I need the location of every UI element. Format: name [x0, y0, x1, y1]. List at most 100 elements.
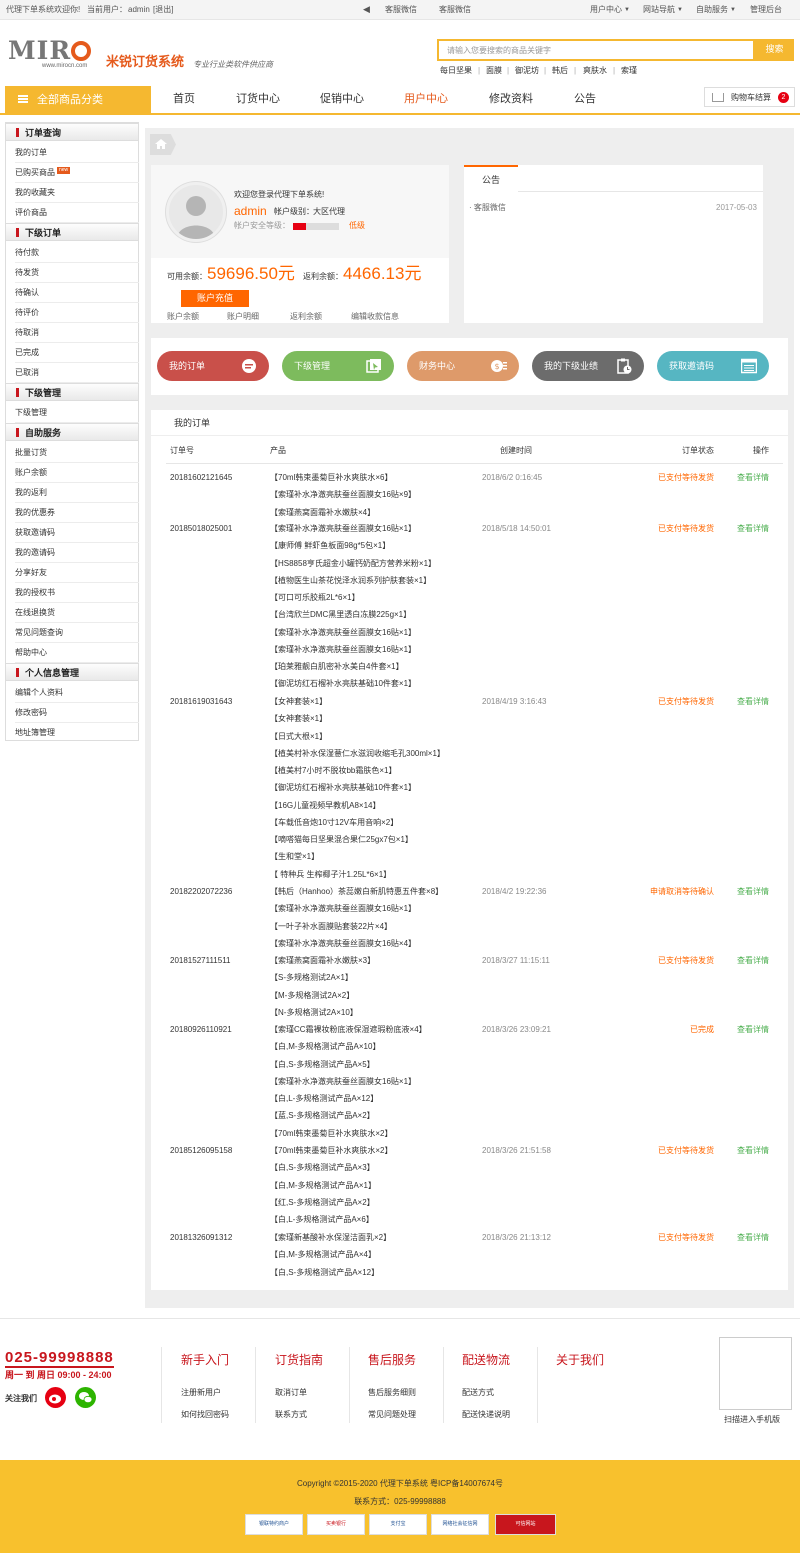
wechat-link-1[interactable]: 客服微信 [385, 6, 417, 14]
logout-link[interactable]: [退出] [153, 6, 173, 14]
alipay-badge[interactable]: 支付宝 [369, 1514, 427, 1535]
sidebar-item-unpaid[interactable]: 待付款 [15, 243, 139, 263]
level-value: 大区代理 [313, 207, 345, 216]
credit-badge[interactable]: 网络社会征信网 [431, 1514, 489, 1535]
sidebar-item-bulk-order[interactable]: 批量订货 [15, 443, 139, 463]
wechat-icon[interactable] [75, 1387, 96, 1408]
footer-link[interactable]: 配送快递说明 [462, 1411, 510, 1419]
nav-promotion[interactable]: 促销中心 [320, 94, 364, 105]
follow-label: 关注我们 [5, 1394, 37, 1403]
user-center-menu[interactable]: 用户中心 [590, 6, 622, 14]
sidebar-item-rebate[interactable]: 我的返利 [15, 483, 139, 503]
sidebar-item-change-password[interactable]: 修改密码 [15, 703, 139, 723]
sidebar-item-purchased[interactable]: 已购买商品 new [15, 163, 139, 183]
logo[interactable]: MIR [8, 38, 92, 63]
footer-link[interactable]: 售后服务细则 [368, 1389, 416, 1397]
sidebar-item-my-invite[interactable]: 我的邀请码 [15, 543, 139, 563]
sidebar-item-returns[interactable]: 在线退换货 [15, 603, 139, 623]
hot-keyword[interactable]: 每日坚果 [440, 67, 472, 75]
nav-announcement[interactable]: 公告 [574, 94, 596, 105]
hot-keyword[interactable]: 面膜 [486, 67, 502, 75]
sidebar-item-address-book[interactable]: 地址簿管理 [15, 723, 139, 743]
quick-my-orders-button[interactable]: 我的订单 [157, 351, 269, 381]
order-date: 2018/5/18 14:50:01 [482, 524, 551, 533]
order-number: 20180926110921 [170, 1025, 232, 1034]
edit-payee-link[interactable]: 编辑收款信息 [351, 313, 399, 321]
hot-keyword[interactable]: 索瑾 [621, 67, 637, 75]
account-balance-link[interactable]: 账户余额 [167, 313, 199, 321]
sidebar-item-my-orders[interactable]: 我的订单 [15, 143, 139, 163]
order-product: 【白,M-多规格测试产品A×10】 [270, 1042, 381, 1052]
sidebar-item-faq[interactable]: 常见问题查询 [15, 623, 139, 643]
order-product: 【HS8858亨氏超金小罐钙奶配方营养米粉×1】 [270, 558, 437, 568]
order-product: 【索瑾补水净澈亮肤蚕丝面膜女16贴×4】 [270, 938, 417, 948]
sidebar-item-coupons[interactable]: 我的优惠券 [15, 503, 139, 523]
weibo-icon[interactable] [45, 1387, 66, 1408]
footer-link[interactable]: 配送方式 [462, 1389, 494, 1397]
sidebar-item-review[interactable]: 评价商品 [15, 203, 139, 223]
footer-link[interactable]: 联系方式 [275, 1411, 307, 1419]
sidebar-item-get-invite[interactable]: 获取邀请码 [15, 523, 139, 543]
trusted-site-badge[interactable]: 可信网站 [495, 1514, 556, 1535]
order-product: 【索瑾新基酸补水保湿洁面乳×2】 [270, 1233, 392, 1242]
view-detail-link[interactable]: 查看详情 [737, 1026, 769, 1034]
footer-link[interactable]: 注册新用户 [181, 1389, 221, 1397]
bank-badge[interactable]: 买卖银行 [307, 1514, 365, 1535]
search-button[interactable]: 搜索 [755, 39, 794, 61]
sidebar-item-to-review[interactable]: 待评价 [15, 303, 139, 323]
rebate-balance-link[interactable]: 返利余额 [290, 313, 322, 321]
view-detail-link[interactable]: 查看详情 [737, 1147, 769, 1155]
admin-link[interactable]: 管理后台 [750, 6, 782, 14]
sidebar-item-completed[interactable]: 已完成 [15, 343, 139, 363]
order-product: 【白,M-多规格测试产品A×1】 [270, 1180, 377, 1190]
quick-sub-manage-button[interactable]: 下级管理 [282, 351, 394, 381]
site-nav-menu[interactable]: 网站导航 [643, 6, 675, 14]
account-detail-link[interactable]: 账户明细 [227, 313, 259, 321]
hot-keyword[interactable]: 韩后 [552, 67, 568, 75]
wechat-link-2[interactable]: 客服微信 [439, 6, 471, 14]
sidebar-item-to-cancel[interactable]: 待取消 [15, 323, 139, 343]
hot-keyword[interactable]: 御泥坊 [515, 67, 539, 75]
view-detail-link[interactable]: 查看详情 [737, 525, 769, 533]
order-number: 20181527111511 [170, 956, 231, 965]
view-detail-link[interactable]: 查看详情 [737, 474, 769, 482]
nav-edit-profile[interactable]: 修改资料 [489, 94, 533, 105]
nav-home[interactable]: 首页 [173, 94, 195, 105]
nav-user-center[interactable]: 用户中心 [404, 94, 448, 105]
quick-get-invite-button[interactable]: 获取邀请码 [657, 351, 769, 381]
order-number: 20182202072236 [170, 887, 233, 896]
self-service-menu[interactable]: 自助服务 [696, 6, 728, 14]
nav-order-center[interactable]: 订货中心 [236, 94, 280, 105]
recharge-button[interactable]: 账户充值 [181, 290, 249, 307]
quick-finance-button[interactable]: 财务中心 $ [407, 351, 519, 381]
sidebar-item-sub-manage[interactable]: 下级管理 [15, 403, 139, 423]
view-detail-link[interactable]: 查看详情 [737, 888, 769, 896]
col-order-no: 订单号 [170, 446, 194, 455]
footer-link[interactable]: 取消订单 [275, 1389, 307, 1397]
footer-link[interactable]: 如何找回密码 [181, 1411, 229, 1419]
order-product: 【索瑾补水净澈亮肤蚕丝面膜女16贴×1】 [270, 1076, 417, 1086]
sidebar-item-cancelled[interactable]: 已取消 [15, 363, 139, 383]
sidebar-item-edit-profile[interactable]: 编辑个人资料 [15, 683, 139, 703]
notice-item[interactable]: · 客服微信 [469, 204, 506, 212]
sidebar-item-share[interactable]: 分享好友 [15, 563, 139, 583]
quick-sub-performance-button[interactable]: 我的下级业绩 [532, 351, 644, 381]
order-number: 20181602121645 [170, 473, 233, 482]
sidebar-item-to-confirm[interactable]: 待确认 [15, 283, 139, 303]
notice-date: 2017-05-03 [716, 203, 757, 212]
view-detail-link[interactable]: 查看详情 [737, 957, 769, 965]
sidebar-item-favorites[interactable]: 我的收藏夹 [15, 183, 139, 203]
view-detail-link[interactable]: 查看详情 [737, 698, 769, 706]
sidebar-item-help[interactable]: 帮助中心 [15, 643, 139, 663]
hot-keyword[interactable]: 爽肤水 [583, 67, 607, 75]
sidebar-item-balance[interactable]: 账户余额 [15, 463, 139, 483]
footer-contact: 联系方式：025-99998888 [354, 1497, 446, 1506]
sidebar-group-title: 个人信息管理 [6, 663, 138, 681]
view-detail-link[interactable]: 查看详情 [737, 1234, 769, 1242]
footer-link[interactable]: 常见问题处理 [368, 1411, 416, 1419]
search-input[interactable]: 请输入您要搜索的商品关键字 [437, 39, 755, 61]
unionpay-badge[interactable]: 银联特约商户 [245, 1514, 303, 1535]
tab-notice[interactable]: 公告 [464, 165, 518, 192]
sidebar-item-authorization[interactable]: 我的授权书 [15, 583, 139, 603]
sidebar-item-to-ship[interactable]: 待发货 [15, 263, 139, 283]
